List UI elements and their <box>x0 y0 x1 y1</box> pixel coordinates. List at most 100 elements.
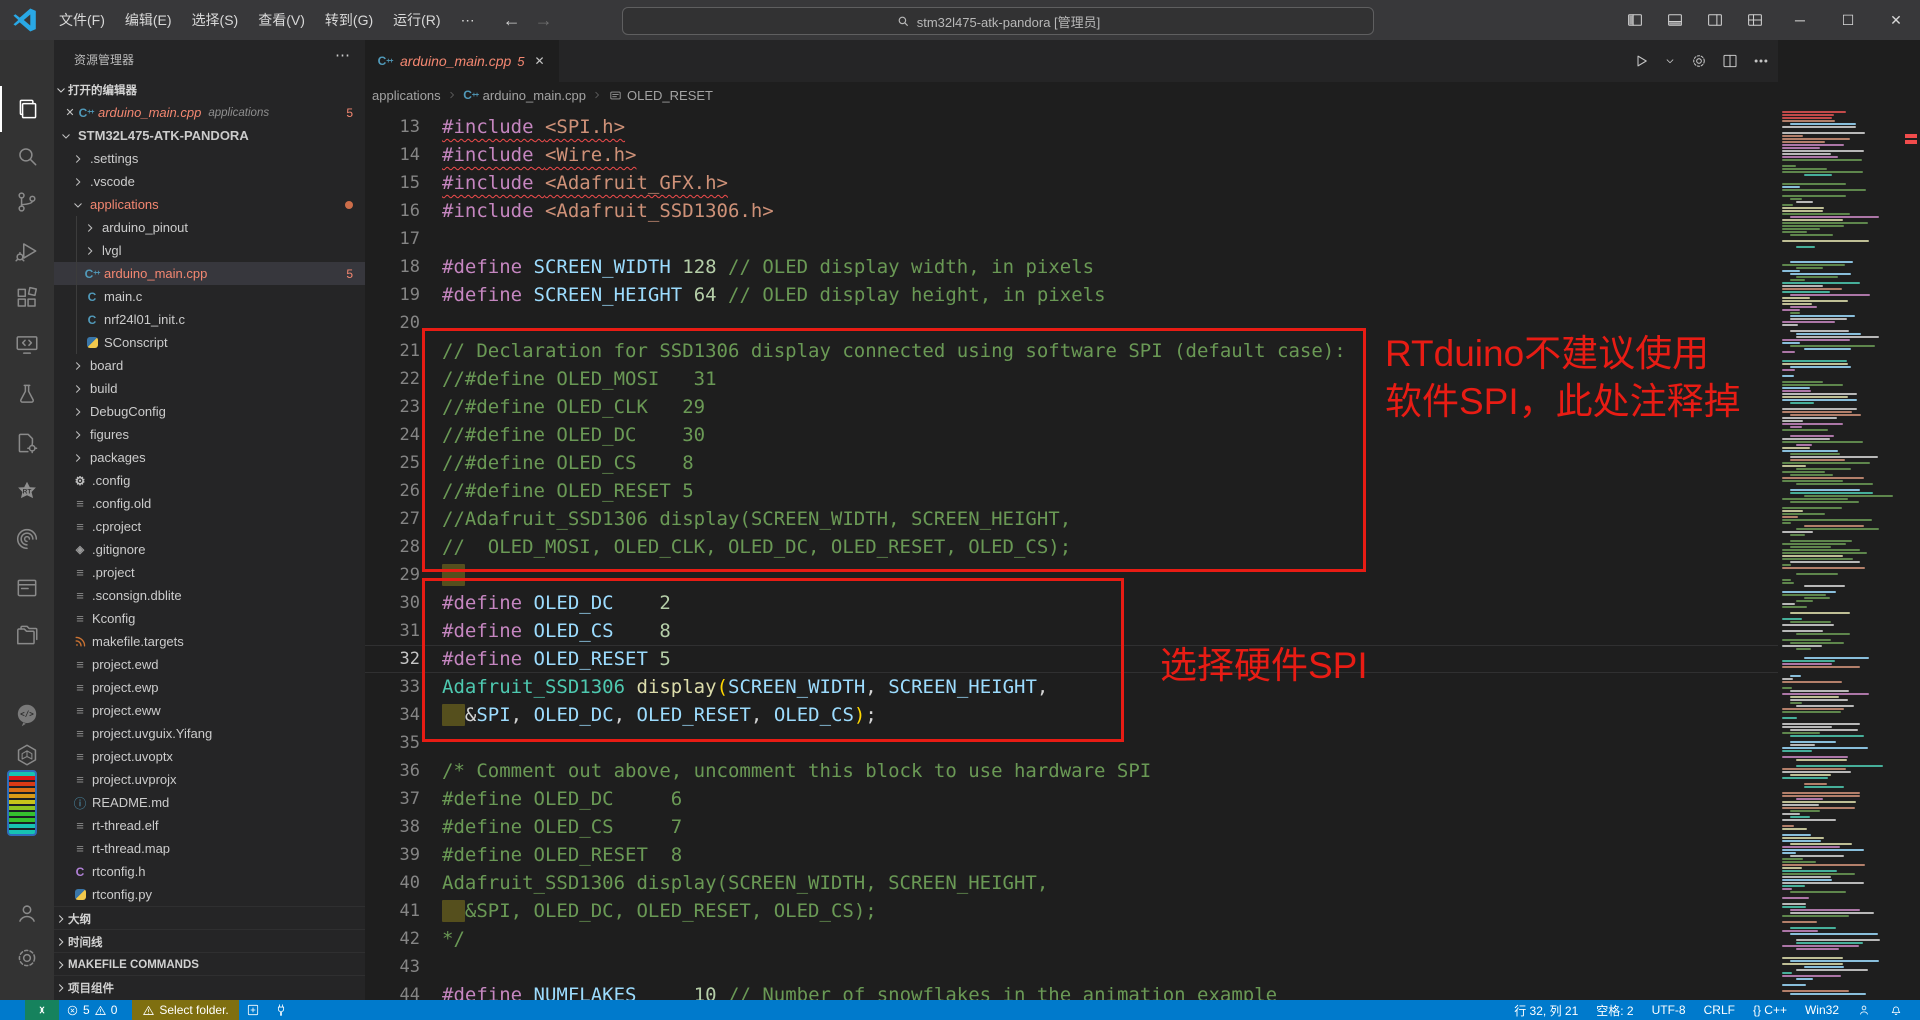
tree-item-arduino_pinout[interactable]: arduino_pinout <box>54 216 365 239</box>
menu-G[interactable]: 转到(G) <box>315 0 383 40</box>
activity-search[interactable] <box>0 133 54 179</box>
activity-file-gear[interactable] <box>0 420 54 466</box>
meter-extension-icon[interactable] <box>7 770 37 836</box>
tree-item-.config.old[interactable]: ≡ .config.old <box>54 492 365 515</box>
problems-status[interactable]: 50 <box>59 1000 124 1020</box>
tree-item-.vscode[interactable]: .vscode <box>54 170 365 193</box>
tree-item-project.uvoptx[interactable]: ≡ project.uvoptx <box>54 745 365 768</box>
tree-item-project.ewp[interactable]: ≡ project.ewp <box>54 676 365 699</box>
more-icon[interactable] <box>1752 52 1770 70</box>
tree-item-arduino_main.cpp[interactable]: C ++ arduino_main.cpp 5 <box>54 262 365 285</box>
remote-indicator[interactable] <box>25 1000 59 1020</box>
menu-F[interactable]: 文件(F) <box>49 0 115 40</box>
tree-item-rtconfig.py[interactable]: rtconfig.py <box>54 883 365 906</box>
editor-scrollbar[interactable] <box>1902 40 1920 1000</box>
tree-item-project.eww[interactable]: ≡ project.eww <box>54 699 365 722</box>
close-icon[interactable]: ✕ <box>62 106 78 119</box>
status-indentation[interactable]: 空格: 2 <box>1587 1000 1642 1020</box>
menu-S[interactable]: 选择(S) <box>182 0 249 40</box>
activity-run-debug[interactable] <box>0 228 54 274</box>
activity-rt-thread-star[interactable]: RT <box>0 469 54 515</box>
breadcrumb-applications[interactable]: applications <box>372 88 441 103</box>
tree-item-applications[interactable]: applications <box>54 193 365 216</box>
breadcrumb-OLED_RESET[interactable]: OLED_RESET <box>608 88 713 103</box>
select-folder-warning[interactable]: Select folder. <box>132 1000 239 1020</box>
open-editor-item[interactable]: ✕ C ++ arduino_main.cpp applications 5 <box>54 101 365 124</box>
tree-item-.gitignore[interactable]: ◈ .gitignore <box>54 538 365 561</box>
activity-remote-explorer[interactable] <box>0 322 54 368</box>
section-[interactable]: 时间线 <box>54 929 365 953</box>
breadcrumb-arduino_main.cpp[interactable]: C ++ arduino_main.cpp <box>463 88 586 103</box>
activity-swirl[interactable] <box>0 516 54 562</box>
open-editors-header[interactable]: 打开的编辑器 <box>54 78 365 101</box>
tree-item-lvgl[interactable]: lvgl <box>54 239 365 262</box>
status-platform[interactable]: Win32 <box>1796 1000 1848 1020</box>
tree-item-STM32L475-ATK-PANDORA[interactable]: STM32L475-ATK-PANDORA <box>54 124 365 147</box>
menu-V[interactable]: 查看(V) <box>248 0 315 40</box>
tree-item-DebugConfig[interactable]: DebugConfig <box>54 400 365 423</box>
layout-sidebar-right-icon[interactable] <box>1700 5 1730 35</box>
tree-item-makefile.targets[interactable]: makefile.targets <box>54 630 365 653</box>
menu-more[interactable]: ⋯ <box>451 0 485 40</box>
tree-item-project.uvguix.Yifang[interactable]: ≡ project.uvguix.Yifang <box>54 722 365 745</box>
plug-status[interactable] <box>267 1000 295 1020</box>
tab-arduino-main[interactable]: C ++ arduino_main.cpp 5 ✕ <box>365 40 559 82</box>
minimap[interactable] <box>1778 108 1902 1000</box>
layout-sidebar-icon[interactable] <box>1620 5 1650 35</box>
activity-panel-doc[interactable] <box>0 565 54 611</box>
tree-item-.sconsign.dblite[interactable]: ≡ .sconsign.dblite <box>54 584 365 607</box>
close-icon[interactable]: ✕ <box>535 54 545 68</box>
activity-settings-gear[interactable] <box>0 935 54 981</box>
menu-R[interactable]: 运行(R) <box>383 0 450 40</box>
run-icon[interactable] <box>1632 52 1650 70</box>
tree-item-board[interactable]: board <box>54 354 365 377</box>
tree-item-.cproject[interactable]: ≡ .cproject <box>54 515 365 538</box>
tree-item-project.ewd[interactable]: ≡ project.ewd <box>54 653 365 676</box>
status-eol[interactable]: CRLF <box>1695 1000 1744 1020</box>
status-notifications[interactable] <box>1880 1000 1912 1020</box>
tree-item-packages[interactable]: packages <box>54 446 365 469</box>
status-language-mode[interactable]: {} C++ <box>1744 1000 1796 1020</box>
tree-item-SConscript[interactable]: SConscript <box>54 331 365 354</box>
tree-item-.project[interactable]: ≡ .project <box>54 561 365 584</box>
split-editor-icon[interactable] <box>1721 52 1739 70</box>
section-MAKEFILECOMMANDS[interactable]: MAKEFILE COMMANDS <box>54 952 365 976</box>
tree-item-rt-thread.elf[interactable]: ≡ rt-thread.elf <box>54 814 365 837</box>
square-plus-status[interactable] <box>239 1000 267 1020</box>
minimize-button[interactable]: ─ <box>1776 0 1824 40</box>
tree-item-build[interactable]: build <box>54 377 365 400</box>
chevron-down-icon[interactable] <box>1663 54 1677 68</box>
tree-item-.settings[interactable]: .settings <box>54 147 365 170</box>
activity-beaker[interactable] <box>0 371 54 417</box>
tree-item-rt-thread.map[interactable]: ≡ rt-thread.map <box>54 837 365 860</box>
tree-item-README.md[interactable]: ⓘ README.md <box>54 791 365 814</box>
activity-source-control[interactable] <box>0 179 54 225</box>
activity-folder-library[interactable] <box>0 612 54 658</box>
tree-item-project.uvprojx[interactable]: ≡ project.uvprojx <box>54 768 365 791</box>
tree-item-Kconfig[interactable]: ≡ Kconfig <box>54 607 365 630</box>
activity-extensions[interactable] <box>0 275 54 321</box>
activity-files[interactable] <box>0 86 56 132</box>
tree-item-nrf24l01_init.c[interactable]: Cnrf24l01_init.c <box>54 308 365 331</box>
tree-item-.config[interactable]: ⚙ .config <box>54 469 365 492</box>
status-encoding[interactable]: UTF-8 <box>1643 1000 1695 1020</box>
section-[interactable]: 项目组件 <box>54 975 365 999</box>
tree-item-figures[interactable]: figures <box>54 423 365 446</box>
sidebar-more-actions[interactable]: ⋯ <box>335 46 351 64</box>
layout-customize-icon[interactable] <box>1740 5 1770 35</box>
nav-forward-arrow[interactable]: → <box>535 10 553 31</box>
section-[interactable]: 大纲 <box>54 906 365 930</box>
command-center-search[interactable]: stm32l475-atk-pandora [管理员] <box>622 7 1374 35</box>
status-cursor-position[interactable]: 行 32, 列 21 <box>1505 1000 1587 1020</box>
nav-back-arrow[interactable]: ← <box>503 10 521 31</box>
status-feedback[interactable] <box>1848 1000 1880 1020</box>
activity-account[interactable] <box>0 890 54 936</box>
tree-item-main.c[interactable]: Cmain.c <box>54 285 365 308</box>
maximize-button[interactable]: ☐ <box>1824 0 1872 40</box>
code-area[interactable]: 13 #include <SPI.h> 14 #include <Wire.h> 15 #… <box>365 108 1778 1000</box>
settings-gear-icon[interactable] <box>1690 52 1708 70</box>
tree-item-rtconfig.h[interactable]: Crtconfig.h <box>54 860 365 883</box>
menu-E[interactable]: 编辑(E) <box>115 0 182 40</box>
close-button[interactable]: ✕ <box>1872 0 1920 40</box>
layout-panel-icon[interactable] <box>1660 5 1690 35</box>
